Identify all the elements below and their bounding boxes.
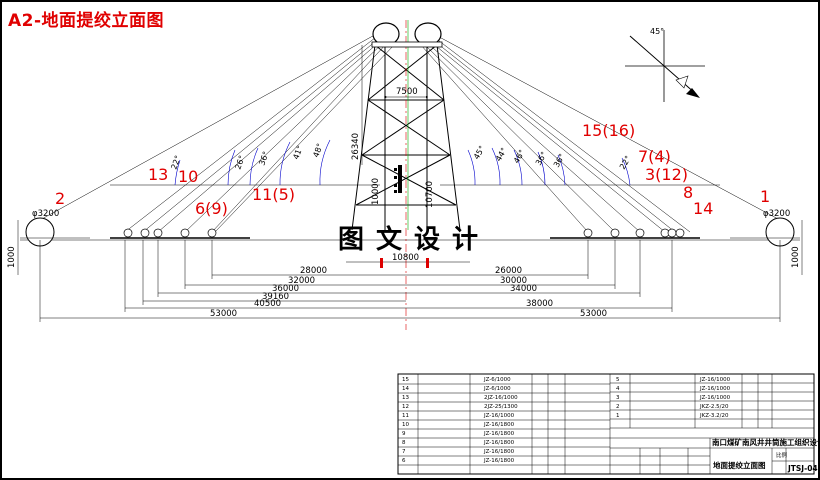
table-cell: 10 [402, 422, 409, 428]
dimension-label: 38000 [526, 299, 553, 309]
table-cell: 4 [616, 386, 620, 392]
title-block: 15 JZ-6/1000 14 JZ-6/1000 13 2JZ-16/1000… [397, 373, 820, 475]
table-cell: 2JZ-25/1300 [484, 404, 518, 410]
table-cell: JZ-16/1000 [699, 377, 731, 383]
table-cell: JZ-6/1000 [483, 386, 511, 392]
table-cell: JZ-16/1800 [483, 458, 515, 464]
dimension-label: 53000 [210, 309, 237, 319]
scale-label: 比例 [776, 451, 788, 459]
elevation-drawing: 7500 26340 10000 10700 10800 22° 26° 36°… [7, 20, 820, 475]
table-cell: 11 [402, 413, 409, 419]
hoist-label: 13 [148, 165, 168, 184]
table-cell: JZ-16/1000 [699, 395, 731, 401]
hoist-label: 6(9) [195, 199, 228, 218]
compass-angle-label: 45° [650, 27, 664, 36]
tower-width-label: 7500 [396, 87, 418, 97]
right-drum-diameter: φ3200 [763, 209, 790, 219]
hoist-labels: 2 13 10 6(9) 11(5) 15(16) 7(4) 3(12) 8 1… [55, 121, 770, 218]
head-sheaves [371, 22, 443, 48]
project-title: 南口煤矿南风井井筒施工组织设计 [712, 437, 820, 447]
dimension-label: 40500 [254, 299, 281, 309]
table-cell: JZ-16/1800 [483, 422, 515, 428]
hoist-label: 3(12) [645, 165, 688, 184]
hoist-label: 11(5) [252, 185, 295, 204]
left-drum-diameter: φ3200 [32, 209, 59, 219]
dimension-label: 34000 [510, 284, 537, 294]
table-cell: 13 [402, 395, 409, 401]
hoist-label: 15(16) [582, 121, 635, 140]
drawing-number: JTSJ-04 [787, 464, 818, 473]
hoist-label: 2 [55, 189, 65, 208]
table-cell: 14 [402, 386, 409, 392]
table-cell: 7 [402, 449, 406, 455]
angle-label: 48° [311, 142, 324, 158]
table-cell: 8 [402, 440, 406, 446]
table-cell: 12 [402, 404, 409, 410]
angle-label: 36° [552, 152, 567, 169]
table-cell: 15 [402, 377, 409, 383]
dimension-labels-right: 26000 30000 34000 38000 53000 [495, 266, 607, 319]
angle-label: 26° [233, 154, 246, 170]
table-cell: JZ-16/1800 [483, 431, 515, 437]
table-cell: 1 [616, 413, 620, 419]
angle-label: 22° [618, 154, 633, 171]
table-cell: 9 [402, 431, 406, 437]
table-cell: JZ-16/1000 [483, 413, 515, 419]
table-cell: JZ-6/1000 [483, 377, 511, 383]
hoist-label: 7(4) [638, 147, 671, 166]
right-elevation-label: 1000 [791, 246, 801, 268]
angle-label: 45° [472, 144, 487, 161]
angle-label: 44° [494, 146, 509, 163]
table-cell: 2 [616, 404, 620, 410]
hoists-left [20, 217, 250, 247]
hoists-right [550, 217, 800, 247]
tower-lower-left-label: 10000 [371, 178, 381, 205]
tower-height-label: 26340 [351, 133, 361, 160]
hoist-label: 1 [760, 187, 770, 206]
hoist-label: 14 [693, 199, 713, 218]
wire-ropes [39, 31, 781, 233]
table-cell: 2JZ-16/1000 [484, 395, 518, 401]
dimension-label: 28000 [300, 266, 327, 276]
table-cell: JKZ-3.2/20 [699, 413, 729, 419]
angle-label: 41° [291, 144, 304, 160]
angle-label: 36° [257, 150, 270, 166]
table-cell: JZ-16/1800 [483, 449, 515, 455]
dimension-labels-left: 28000 32000 36000 39160 40500 53000 [210, 266, 327, 319]
watermark-text: 图文设计 [338, 224, 490, 255]
hoist-label: 8 [683, 183, 693, 202]
tower-lower-right-label: 10700 [425, 181, 435, 208]
hoist-label: 10 [178, 167, 198, 186]
drawing-title-block: 地面提绞立面图 [713, 460, 766, 470]
angle-labels-right: 45° 44° 46° 36° 36° 22° [472, 144, 633, 171]
dimension-label: 53000 [580, 309, 607, 319]
compass-rose: 45° [625, 27, 705, 102]
table-cell: 6 [402, 458, 406, 464]
dimension-label: 26000 [495, 266, 522, 276]
table-cell: 5 [616, 377, 620, 383]
table-cell: 3 [616, 395, 620, 401]
table-cell: JZ-16/1800 [483, 440, 515, 446]
left-elevation-label: 1000 [7, 246, 17, 268]
table-cell: JKZ-2.5/20 [699, 404, 729, 410]
table-cell: JZ-16/1000 [699, 386, 731, 392]
